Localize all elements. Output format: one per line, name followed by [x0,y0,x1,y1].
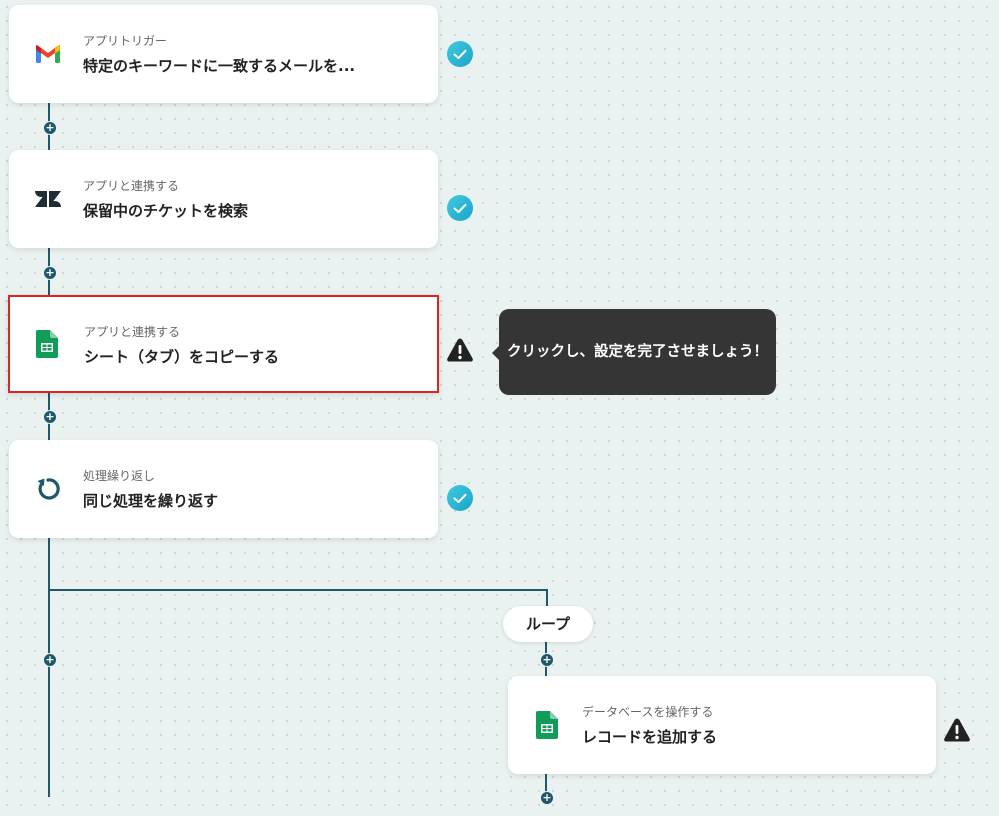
loop-label: ループ [503,606,593,642]
gmail-icon [33,39,63,69]
add-step-button[interactable]: + [43,410,57,424]
add-step-button[interactable]: + [540,791,554,805]
setup-tooltip: クリックし、設定を完了させましょう！ [492,309,776,395]
flow-step-card-trigger[interactable]: アプリトリガー 特定のキーワードに一致するメールを... [9,5,438,103]
step-title: 保留中のチケットを検索 [83,202,249,220]
add-step-button[interactable]: + [43,121,57,135]
step-title: シート（タブ）をコピーする [84,348,280,366]
step-title: 同じ処理を繰り返す [83,492,219,510]
flow-step-card-add-record[interactable]: データベースを操作する レコードを追加する [508,676,936,774]
add-step-button[interactable]: + [43,266,57,280]
complete-check-icon [447,485,473,511]
complete-check-icon [447,41,473,67]
step-subtitle: アプリと連携する [84,325,181,339]
step-title: レコードを追加する [582,728,718,746]
step-subtitle: 処理繰り返し [83,469,156,483]
step-title: 特定のキーワードに一致するメールを... [83,57,356,75]
connector-line-branch-horizontal [48,589,548,591]
google-sheets-icon [532,710,562,740]
add-step-button[interactable]: + [540,653,554,667]
complete-check-icon [447,195,473,221]
step-subtitle: アプリトリガー [83,34,168,48]
flow-step-card-search-tickets[interactable]: アプリと連携する 保留中のチケットを検索 [9,150,438,248]
loop-icon [33,474,63,504]
flow-step-card-loop[interactable]: 処理繰り返し 同じ処理を繰り返す [9,440,438,538]
step-subtitle: アプリと連携する [83,179,180,193]
google-sheets-icon [32,329,62,359]
flow-step-card-copy-sheet[interactable]: アプリと連携する シート（タブ）をコピーする [8,295,439,393]
warning-icon [943,717,971,743]
add-step-button[interactable]: + [43,653,57,667]
step-subtitle: データベースを操作する [582,705,714,719]
zendesk-icon [33,184,63,214]
warning-icon [446,337,474,363]
